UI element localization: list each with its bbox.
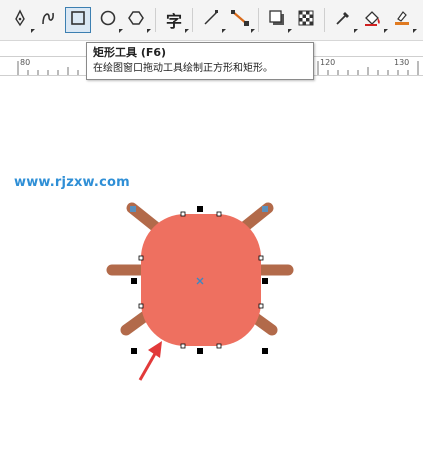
drop-shadow-tool-icon — [268, 9, 286, 31]
dimension-tool-icon — [230, 9, 250, 31]
drop-shadow-tool[interactable] — [265, 8, 292, 33]
toolbar-separator — [192, 8, 193, 32]
transparency-tool-icon — [297, 9, 315, 31]
selection-handle — [262, 348, 268, 354]
rectangle-tool-icon — [69, 9, 87, 31]
corner-node — [138, 303, 144, 309]
rectangle-tool-tooltip: 矩形工具 (F6) 在绘图窗口拖动工具绘制正方形和矩形。 — [86, 42, 314, 80]
watermark-text: www.rjzxw.com — [14, 175, 130, 190]
corner-node — [180, 211, 186, 217]
ruler-label: 130 — [394, 58, 410, 67]
corner-node — [216, 343, 222, 349]
polygon-tool[interactable] — [124, 8, 151, 33]
fill-tool-icon — [363, 9, 383, 31]
connector-tool[interactable] — [199, 8, 226, 33]
selection-handle — [131, 348, 137, 354]
text-tool-icon: 字 — [165, 12, 182, 31]
interactive-fill-tool[interactable] — [390, 8, 417, 33]
eyedropper-tool[interactable] — [331, 8, 358, 33]
corner-node — [258, 255, 264, 261]
drawing — [106, 202, 294, 381]
selection-handle — [262, 278, 268, 284]
ruler-label: 80 — [20, 58, 31, 67]
toolbar-separator — [155, 8, 156, 32]
line-connector-tool-icon — [202, 9, 220, 31]
text-tool[interactable]: 字 — [162, 8, 189, 33]
toolbox: 字 — [0, 0, 423, 41]
rectangle-tool[interactable] — [65, 7, 91, 33]
freehand-tool-icon — [39, 9, 57, 31]
tooltip-description: 在绘图窗口拖动工具绘制正方形和矩形。 — [93, 63, 273, 74]
path-node — [262, 206, 268, 212]
corner-node — [138, 255, 144, 261]
dimension-tool[interactable] — [228, 8, 255, 33]
selection-handle — [131, 278, 137, 284]
toolbar-separator — [258, 8, 259, 32]
corner-node — [216, 211, 222, 217]
transparency-tool[interactable] — [294, 8, 318, 32]
corner-node — [258, 303, 264, 309]
path-node — [130, 206, 136, 212]
pen-tool-icon — [11, 9, 29, 31]
interactive-fill-tool-icon — [393, 9, 411, 31]
pen-tool[interactable] — [8, 8, 35, 33]
selection-handle — [197, 348, 203, 354]
fill-tool[interactable] — [361, 8, 388, 33]
annotation-arrow — [138, 341, 162, 381]
ruler-label: 120 — [320, 58, 336, 67]
selection-handle — [197, 206, 203, 212]
toolbar-separator — [324, 8, 325, 32]
eyedropper-tool-icon — [334, 9, 352, 31]
ellipse-tool[interactable] — [96, 8, 123, 33]
ellipse-tool-icon — [99, 9, 117, 31]
corner-node — [180, 343, 186, 349]
drawing-canvas[interactable] — [0, 75, 423, 446]
tooltip-title: 矩形工具 (F6) — [93, 46, 167, 59]
freehand-tool[interactable] — [36, 8, 60, 32]
polygon-tool-icon — [127, 9, 145, 31]
